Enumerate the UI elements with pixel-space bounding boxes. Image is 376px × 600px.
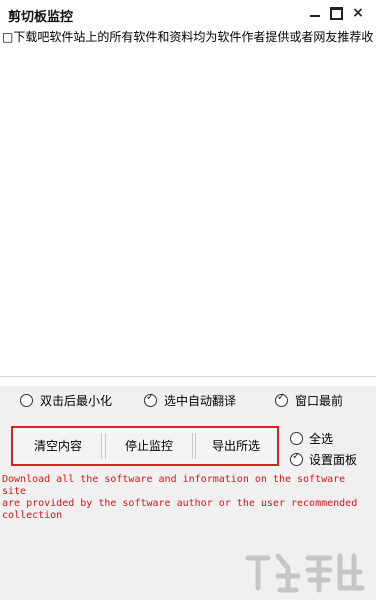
controls-panel: 清空内容 停止监控 导出所选 全选 设置面板 bbox=[0, 414, 376, 472]
close-icon[interactable]: × bbox=[351, 6, 365, 20]
radio-icon[interactable] bbox=[20, 394, 33, 407]
translation-output[interactable]: Download all the software and informatio… bbox=[0, 472, 376, 600]
radio-icon[interactable] bbox=[290, 432, 303, 445]
auto-translate-option[interactable]: 选中自动翻译 bbox=[144, 392, 236, 409]
option-label: 窗口最前 bbox=[295, 394, 344, 408]
check-circle-icon[interactable] bbox=[290, 451, 303, 466]
watermark-logo-icon bbox=[245, 553, 365, 593]
option-label: 设置面板 bbox=[309, 453, 358, 467]
always-on-top-option[interactable]: 窗口最前 bbox=[275, 392, 343, 409]
translation-text: Download all the software and informatio… bbox=[2, 474, 358, 521]
maximize-icon[interactable] bbox=[329, 6, 343, 20]
option-label: 全选 bbox=[309, 432, 334, 446]
options-row: 双击后最小化 选中自动翻译 窗口最前 bbox=[0, 386, 376, 414]
action-button-group: 清空内容 停止监控 导出所选 bbox=[11, 426, 279, 466]
select-all-option[interactable]: 全选 bbox=[290, 430, 333, 447]
export-selected-button[interactable]: 导出所选 bbox=[195, 433, 276, 459]
minimize-icon[interactable] bbox=[308, 6, 322, 20]
check-circle-icon[interactable] bbox=[275, 392, 288, 407]
list-item[interactable]: □下载吧软件站上的所有软件和资料均为软件作者提供或者网友推荐收 bbox=[2, 28, 376, 45]
clear-button[interactable]: 清空内容 bbox=[15, 433, 102, 459]
check-circle-icon[interactable] bbox=[144, 392, 157, 407]
stop-monitor-button[interactable]: 停止监控 bbox=[105, 433, 193, 459]
option-label: 选中自动翻译 bbox=[164, 394, 237, 408]
option-label: 双击后最小化 bbox=[40, 394, 113, 408]
clipboard-list[interactable]: □下载吧软件站上的所有软件和资料均为软件作者提供或者网友推荐收 bbox=[0, 28, 376, 377]
minimize-after-dblclick-option[interactable]: 双击后最小化 bbox=[20, 392, 112, 409]
title-bar: 剪切板监控 × bbox=[0, 0, 376, 28]
window-title: 剪切板监控 bbox=[8, 10, 74, 25]
settings-panel-option[interactable]: 设置面板 bbox=[290, 451, 357, 468]
